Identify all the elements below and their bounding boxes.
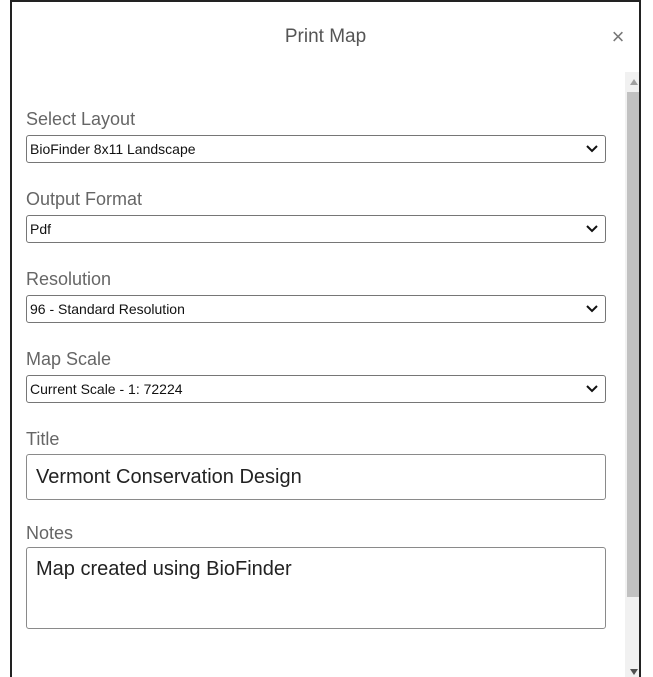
chevron-down-icon	[586, 145, 598, 153]
chevron-down-icon	[586, 385, 598, 393]
dialog-title: Print Map	[284, 26, 367, 47]
resolution-select[interactable]: 96 - Standard Resolution	[26, 295, 606, 323]
title-group: Title Vermont Conservation Design	[26, 428, 608, 500]
scale-select[interactable]: Current Scale - 1: 72224	[26, 375, 606, 403]
scroll-up-arrow-icon[interactable]	[629, 78, 639, 86]
layout-label: Select Layout	[26, 109, 136, 129]
scale-select-value: Current Scale - 1: 72224	[30, 381, 183, 397]
scrollbar-thumb[interactable]	[627, 92, 639, 597]
format-label: Output Format	[26, 189, 143, 209]
resolution-select-value: 96 - Standard Resolution	[30, 301, 185, 317]
scale-label: Map Scale	[26, 349, 112, 369]
resolution-group: Resolution 96 - Standard Resolution	[26, 268, 608, 323]
dialog-header: Print Map ×	[12, 2, 639, 72]
layout-group: Select Layout BioFinder 8x11 Landscape	[26, 108, 608, 163]
title-input-value: Vermont Conservation Design	[36, 465, 302, 488]
notes-group: Notes Map created using BioFinder	[26, 522, 608, 629]
notes-label: Notes	[26, 523, 74, 543]
scale-group: Map Scale Current Scale - 1: 72224	[26, 348, 608, 403]
close-icon[interactable]: ×	[607, 26, 629, 48]
vertical-scrollbar[interactable]	[625, 72, 639, 677]
format-select[interactable]: Pdf	[26, 215, 606, 243]
layout-select-value: BioFinder 8x11 Landscape	[30, 141, 196, 157]
print-map-dialog: Print Map × Select Layout BioFinder 8x11…	[10, 0, 641, 677]
notes-textarea[interactable]: Map created using BioFinder	[26, 547, 606, 629]
format-select-value: Pdf	[30, 221, 52, 237]
layout-select[interactable]: BioFinder 8x11 Landscape	[26, 135, 606, 163]
title-label: Title	[26, 429, 60, 449]
chevron-down-icon	[586, 305, 598, 313]
title-input[interactable]: Vermont Conservation Design	[26, 454, 606, 500]
scroll-down-arrow-icon[interactable]	[629, 668, 639, 676]
resolution-label: Resolution	[26, 269, 112, 289]
notes-textarea-value: Map created using BioFinder	[36, 558, 292, 580]
chevron-down-icon	[586, 225, 598, 233]
format-group: Output Format Pdf	[26, 188, 608, 243]
